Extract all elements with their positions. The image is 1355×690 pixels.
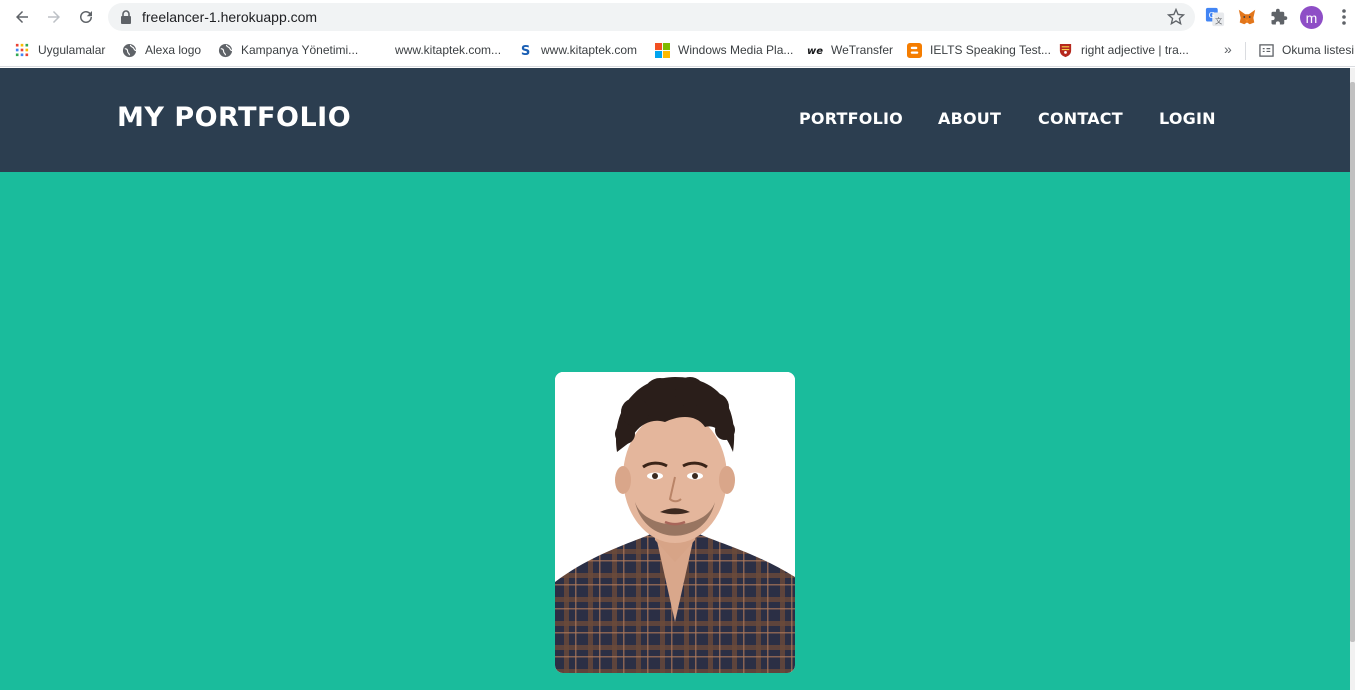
page-scrollbar[interactable] xyxy=(1350,68,1355,690)
bookmark-label: www.kitaptek.com... xyxy=(395,43,502,57)
bookmark-ielts[interactable]: IELTS Speaking Test... xyxy=(906,34,1051,66)
nav-contact[interactable]: CONTACT xyxy=(1038,109,1123,128)
bookmark-label: IELTS Speaking Test... xyxy=(930,43,1051,57)
site-navbar: MY PORTFOLIO PORTFOLIO ABOUT CONTACT LOG… xyxy=(0,68,1350,172)
bookmark-apps[interactable]: Uygulamalar xyxy=(14,34,105,66)
bookmark-windows-media[interactable]: Windows Media Pla... xyxy=(654,34,793,66)
bookmark-label: Windows Media Pla... xyxy=(678,43,794,57)
url-text[interactable]: freelancer-1.herokuapp.com xyxy=(142,9,317,25)
bookmarks-overflow-button[interactable]: » xyxy=(1224,41,1232,57)
puzzle-icon[interactable] xyxy=(1268,6,1290,28)
reload-icon[interactable] xyxy=(74,5,98,29)
back-arrow-icon[interactable] xyxy=(10,5,34,29)
bookmark-kampanya[interactable]: Kampanya Yönetimi... xyxy=(217,34,358,66)
apps-grid-icon xyxy=(14,42,30,58)
windows-logo-icon xyxy=(654,42,670,58)
cambridge-shield-icon xyxy=(1057,42,1073,58)
bookmark-label: WeTransfer xyxy=(831,43,894,57)
bookmark-label: right adjective | tra... xyxy=(1081,43,1189,57)
bookmark-label: Uygulamalar xyxy=(38,43,106,57)
bookmarks-bar: Uygulamalar Alexa logo Kampanya Yönetimi… xyxy=(0,34,1355,67)
forward-arrow-icon[interactable] xyxy=(42,5,66,29)
globe-icon xyxy=(121,42,137,58)
bookmark-wetransfer[interactable]: we WeTransfer xyxy=(807,34,893,66)
address-bar[interactable]: freelancer-1.herokuapp.com xyxy=(108,3,1195,31)
bookmark-alexa-logo[interactable]: Alexa logo xyxy=(121,34,201,66)
reading-list-icon xyxy=(1258,42,1274,58)
browser-toolbar: freelancer-1.herokuapp.com G 文 m xyxy=(0,0,1355,34)
avatar-initial: m xyxy=(1305,9,1318,26)
nav-about[interactable]: ABOUT xyxy=(938,109,1001,128)
scrollbar-thumb[interactable] xyxy=(1350,82,1355,642)
metamask-fox-icon[interactable] xyxy=(1236,6,1258,28)
bookmarks-divider xyxy=(1245,42,1246,60)
bookmark-kitaptek-2[interactable]: S www.kitaptek.com xyxy=(517,34,637,66)
bookmark-right-adjective[interactable]: right adjective | tra... xyxy=(1057,34,1189,66)
wetransfer-logo-icon: we xyxy=(807,42,823,58)
reading-list-button[interactable]: Okuma listesi xyxy=(1258,34,1354,66)
star-icon[interactable] xyxy=(1167,8,1185,26)
nav-login[interactable]: LOGIN xyxy=(1159,109,1216,128)
reading-list-label: Okuma listesi xyxy=(1282,43,1355,57)
svg-text:we: we xyxy=(807,46,823,57)
blogger-icon xyxy=(906,42,922,58)
lock-icon[interactable] xyxy=(120,10,132,24)
kebab-menu-icon[interactable] xyxy=(1334,7,1354,27)
svg-text:G: G xyxy=(1209,10,1215,20)
web-page: MY PORTFOLIO PORTFOLIO ABOUT CONTACT LOG… xyxy=(0,68,1350,690)
google-translate-icon[interactable]: G 文 xyxy=(1204,6,1226,28)
profile-photo xyxy=(555,372,795,673)
globe-icon xyxy=(217,42,233,58)
s-logo-icon: S xyxy=(517,42,533,58)
nav-portfolio[interactable]: PORTFOLIO xyxy=(799,109,903,128)
svg-text:文: 文 xyxy=(1215,16,1223,25)
bookmark-label: Kampanya Yönetimi... xyxy=(241,43,359,57)
bookmark-kitaptek-1[interactable]: www.kitaptek.com... xyxy=(395,34,501,66)
brand-logo[interactable]: MY PORTFOLIO xyxy=(117,102,351,133)
svg-text:S: S xyxy=(520,44,529,58)
bookmark-label: Alexa logo xyxy=(145,43,202,57)
bookmark-label: www.kitaptek.com xyxy=(541,43,638,57)
profile-avatar[interactable]: m xyxy=(1300,6,1323,29)
